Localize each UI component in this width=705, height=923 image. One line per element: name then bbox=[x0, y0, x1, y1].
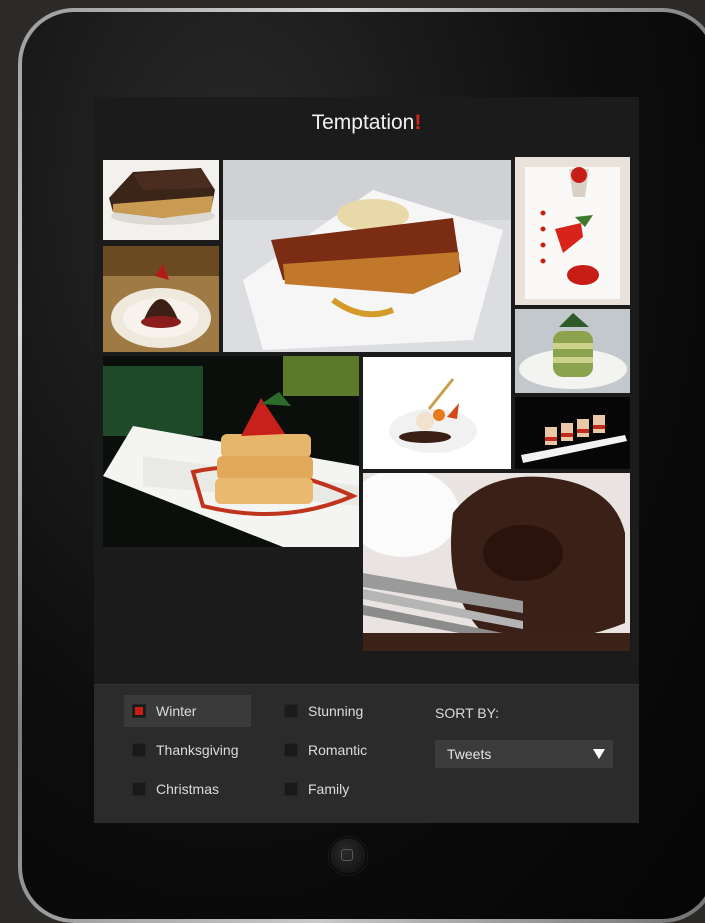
home-button[interactable] bbox=[328, 836, 368, 876]
sort-select-value: Tweets bbox=[447, 746, 492, 762]
filter-stunning-label: Stunning bbox=[308, 703, 364, 719]
filter-thanksgiving-label: Thanksgiving bbox=[156, 742, 239, 758]
filter-romantic-label: Romantic bbox=[308, 742, 368, 758]
dessert-photo-petits-fours[interactable] bbox=[515, 397, 630, 469]
filter-family[interactable]: Family bbox=[276, 773, 396, 805]
dessert-photo-strawberry-plate[interactable] bbox=[515, 157, 630, 305]
filter-romantic[interactable]: Romantic bbox=[276, 734, 396, 766]
filter-romantic-checkbox[interactable] bbox=[284, 743, 298, 757]
dessert-photo-brownie-slice[interactable] bbox=[103, 160, 219, 240]
filter-christmas-checkbox[interactable] bbox=[132, 782, 146, 796]
filter-winter[interactable]: Winter bbox=[124, 695, 251, 727]
dropdown-arrow-icon bbox=[593, 749, 605, 759]
dessert-photo-chocolate-sphere[interactable] bbox=[363, 357, 511, 469]
sort-select[interactable]: Tweets bbox=[435, 740, 613, 768]
dessert-photo-green-tea-stack[interactable] bbox=[515, 309, 630, 393]
photo-grid bbox=[94, 97, 639, 684]
dessert-photo-caramel-tart[interactable] bbox=[223, 160, 511, 352]
app-screen: Temptation! Winter Thanksgiving Christma… bbox=[94, 97, 639, 823]
filter-family-label: Family bbox=[308, 781, 350, 797]
dessert-photo-strawberry-napoleon[interactable] bbox=[103, 356, 359, 547]
dessert-photo-chocolate-mousse[interactable] bbox=[103, 246, 219, 352]
dessert-photo-lava-cake[interactable] bbox=[363, 473, 630, 651]
home-square-icon bbox=[341, 849, 353, 861]
filter-panel: Winter Thanksgiving Christmas Stunning R… bbox=[94, 684, 639, 823]
filter-winter-label: Winter bbox=[156, 703, 197, 719]
filter-thanksgiving-checkbox[interactable] bbox=[132, 743, 146, 757]
sort-by-label: SORT BY: bbox=[435, 705, 500, 721]
filter-christmas[interactable]: Christmas bbox=[124, 773, 251, 805]
filter-stunning-checkbox[interactable] bbox=[284, 704, 298, 718]
filter-christmas-label: Christmas bbox=[156, 781, 220, 797]
filter-family-checkbox[interactable] bbox=[284, 782, 298, 796]
filter-winter-checkbox[interactable] bbox=[132, 704, 146, 718]
filter-stunning[interactable]: Stunning bbox=[276, 695, 396, 727]
filter-thanksgiving[interactable]: Thanksgiving bbox=[124, 734, 251, 766]
